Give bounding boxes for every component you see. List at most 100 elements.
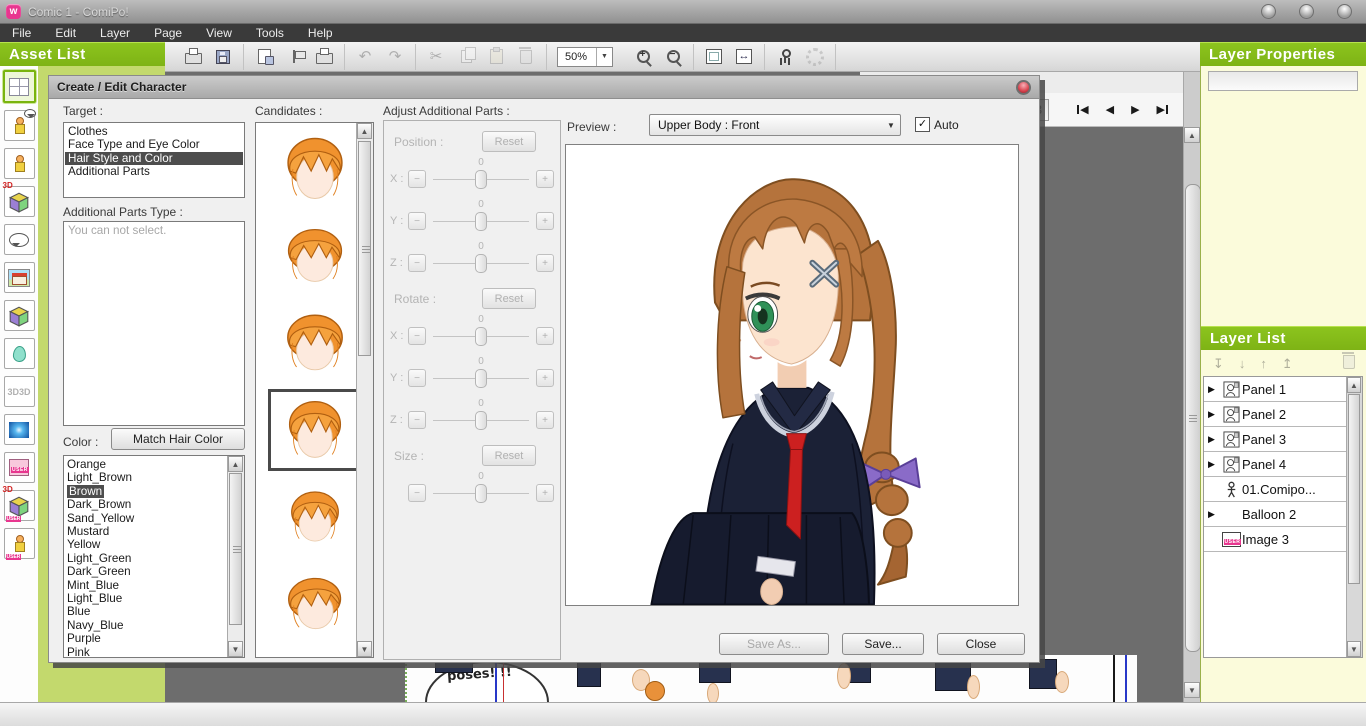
item-cube-icon[interactable] bbox=[4, 300, 35, 331]
color-item[interactable]: Sand_Yellow bbox=[64, 512, 244, 525]
auto-checkbox[interactable]: ✓ Auto bbox=[915, 117, 959, 132]
hair-style-3[interactable] bbox=[268, 302, 362, 384]
balloon-icon[interactable] bbox=[4, 224, 35, 255]
color-item[interactable]: Mint_Blue bbox=[64, 579, 244, 592]
target-item[interactable]: Clothes bbox=[65, 125, 243, 138]
print-icon[interactable] bbox=[180, 45, 206, 69]
print-page-icon[interactable] bbox=[311, 45, 337, 69]
scroll-up-icon[interactable]: ▲ bbox=[1184, 127, 1200, 143]
pose-icon[interactable] bbox=[772, 45, 798, 69]
parts-type-listbox[interactable]: You can not select. bbox=[63, 221, 245, 426]
zoom-out-icon[interactable]: − bbox=[660, 45, 686, 69]
layer-row[interactable]: 01.Comipo... bbox=[1204, 477, 1362, 502]
3d-item-icon[interactable]: 3D bbox=[4, 186, 35, 217]
effect-drop-icon[interactable] bbox=[4, 338, 35, 369]
scroll-down-icon[interactable]: ▼ bbox=[357, 641, 372, 657]
layer-row[interactable]: ▶Panel 2 bbox=[1204, 402, 1362, 427]
target-item[interactable]: Face Type and Eye Color bbox=[65, 138, 243, 151]
menu-tools[interactable]: Tools bbox=[244, 24, 296, 42]
dialog-close-icon[interactable] bbox=[1016, 80, 1031, 95]
color-item[interactable]: Pink bbox=[64, 646, 244, 658]
user-character-icon[interactable]: USER bbox=[4, 528, 35, 559]
hair-style-4[interactable] bbox=[268, 389, 362, 471]
scene-icon[interactable] bbox=[4, 110, 35, 141]
next-page-button[interactable]: ▶ bbox=[1131, 103, 1139, 116]
last-page-button[interactable]: ▶ bbox=[1157, 103, 1169, 116]
color-item[interactable]: Navy_Blue bbox=[64, 619, 244, 632]
expand-arrow-icon[interactable]: ▶ bbox=[1208, 459, 1220, 470]
color-item[interactable]: Dark_Green bbox=[64, 565, 244, 578]
match-hair-color-button[interactable]: Match Hair Color bbox=[111, 428, 245, 450]
maximize-button[interactable] bbox=[1299, 4, 1314, 19]
first-page-button[interactable]: ◀ bbox=[1076, 103, 1088, 116]
layer-row[interactable]: USERImage 3 bbox=[1204, 527, 1362, 552]
candidates-listbox[interactable]: ▲ ▼ bbox=[255, 122, 374, 658]
scroll-up-icon[interactable]: ▲ bbox=[1347, 377, 1361, 393]
color-list-scrollbar[interactable]: ▲ ▼ bbox=[227, 456, 244, 657]
color-item[interactable]: Blue bbox=[64, 605, 244, 618]
menu-edit[interactable]: Edit bbox=[43, 24, 88, 42]
scrollbar-thumb[interactable] bbox=[1185, 184, 1201, 652]
color-item[interactable]: Light_Green bbox=[64, 552, 244, 565]
color-item[interactable]: Mustard bbox=[64, 525, 244, 538]
fit-page-icon[interactable] bbox=[701, 45, 727, 69]
layer-row[interactable]: ▶Panel 1 bbox=[1204, 377, 1362, 402]
target-listbox[interactable]: ClothesFace Type and Eye ColorHair Style… bbox=[63, 122, 245, 198]
menu-layer[interactable]: Layer bbox=[88, 24, 142, 42]
color-item[interactable]: Yellow bbox=[64, 538, 244, 551]
menu-file[interactable]: File bbox=[0, 24, 43, 42]
save-button[interactable]: Save... bbox=[842, 633, 924, 655]
hair-style-5[interactable] bbox=[268, 476, 362, 558]
zoom-in-icon[interactable]: + bbox=[630, 45, 656, 69]
target-item[interactable]: Additional Parts bbox=[65, 165, 243, 178]
layer-row[interactable]: ▶Panel 4 bbox=[1204, 452, 1362, 477]
color-listbox[interactable]: OrangeLight_BrownBrownDark_BrownSand_Yel… bbox=[63, 455, 245, 658]
user-image-icon[interactable]: USER bbox=[4, 452, 35, 483]
user-3d-icon[interactable]: 3DUSER bbox=[4, 490, 35, 521]
hair-style-1[interactable] bbox=[268, 128, 362, 210]
layer-name-field[interactable] bbox=[1208, 71, 1358, 91]
3d-disabled-icon[interactable]: 3D3D bbox=[4, 376, 35, 407]
color-item[interactable]: Orange bbox=[64, 458, 244, 471]
close-button[interactable]: Close bbox=[937, 633, 1025, 655]
color-item[interactable]: Light_Blue bbox=[64, 592, 244, 605]
hair-style-6[interactable] bbox=[268, 563, 362, 645]
expand-arrow-icon[interactable]: ▶ bbox=[1208, 409, 1220, 420]
expand-arrow-icon[interactable]: ▶ bbox=[1208, 434, 1220, 445]
hair-style-2[interactable] bbox=[268, 215, 362, 297]
character-icon[interactable] bbox=[4, 148, 35, 179]
previous-page-button[interactable]: ◀ bbox=[1106, 103, 1114, 116]
target-item[interactable]: Hair Style and Color bbox=[65, 152, 243, 165]
export-icon[interactable] bbox=[251, 45, 277, 69]
canvas-vertical-scrollbar[interactable]: ▲ ▼ bbox=[1183, 72, 1200, 702]
menu-page[interactable]: Page bbox=[142, 24, 194, 42]
minimize-button[interactable] bbox=[1261, 4, 1276, 19]
scroll-down-icon[interactable]: ▼ bbox=[1184, 682, 1200, 698]
scroll-up-icon[interactable]: ▲ bbox=[228, 456, 243, 472]
menu-view[interactable]: View bbox=[194, 24, 244, 42]
layer-row[interactable]: ▶Balloon 2 bbox=[1204, 502, 1362, 527]
close-window-button[interactable] bbox=[1337, 4, 1352, 19]
effect-burst-icon[interactable] bbox=[4, 414, 35, 445]
dialog-titlebar[interactable]: Create / Edit Character bbox=[49, 76, 1039, 99]
layer-list-scrollbar[interactable]: ▲ ▼ bbox=[1346, 377, 1362, 657]
layer-row[interactable]: ▶Panel 3 bbox=[1204, 427, 1362, 452]
expand-arrow-icon[interactable]: ▶ bbox=[1208, 384, 1220, 395]
color-item[interactable]: Dark_Brown bbox=[64, 498, 244, 511]
color-item[interactable]: Light_Brown bbox=[64, 471, 244, 484]
menu-help[interactable]: Help bbox=[296, 24, 345, 42]
panel-layout-icon[interactable] bbox=[3, 70, 36, 103]
background-icon[interactable] bbox=[4, 262, 35, 293]
fit-width-icon[interactable]: ↔ bbox=[731, 45, 757, 69]
zoom-level-select[interactable]: 50%▼ bbox=[557, 47, 613, 67]
expand-arrow-icon[interactable]: ▶ bbox=[1208, 509, 1220, 520]
color-item[interactable]: Purple bbox=[64, 632, 244, 645]
save-icon[interactable] bbox=[210, 45, 236, 69]
color-item[interactable]: Brown bbox=[64, 485, 244, 498]
preview-view-select[interactable]: Upper Body : Front ▼ bbox=[649, 114, 901, 136]
scroll-down-icon[interactable]: ▼ bbox=[1347, 641, 1361, 657]
scrollbar-thumb[interactable] bbox=[229, 473, 242, 625]
scroll-down-icon[interactable]: ▼ bbox=[228, 641, 243, 657]
page-guide-icon[interactable] bbox=[281, 45, 307, 69]
scrollbar-thumb[interactable] bbox=[1348, 394, 1360, 584]
